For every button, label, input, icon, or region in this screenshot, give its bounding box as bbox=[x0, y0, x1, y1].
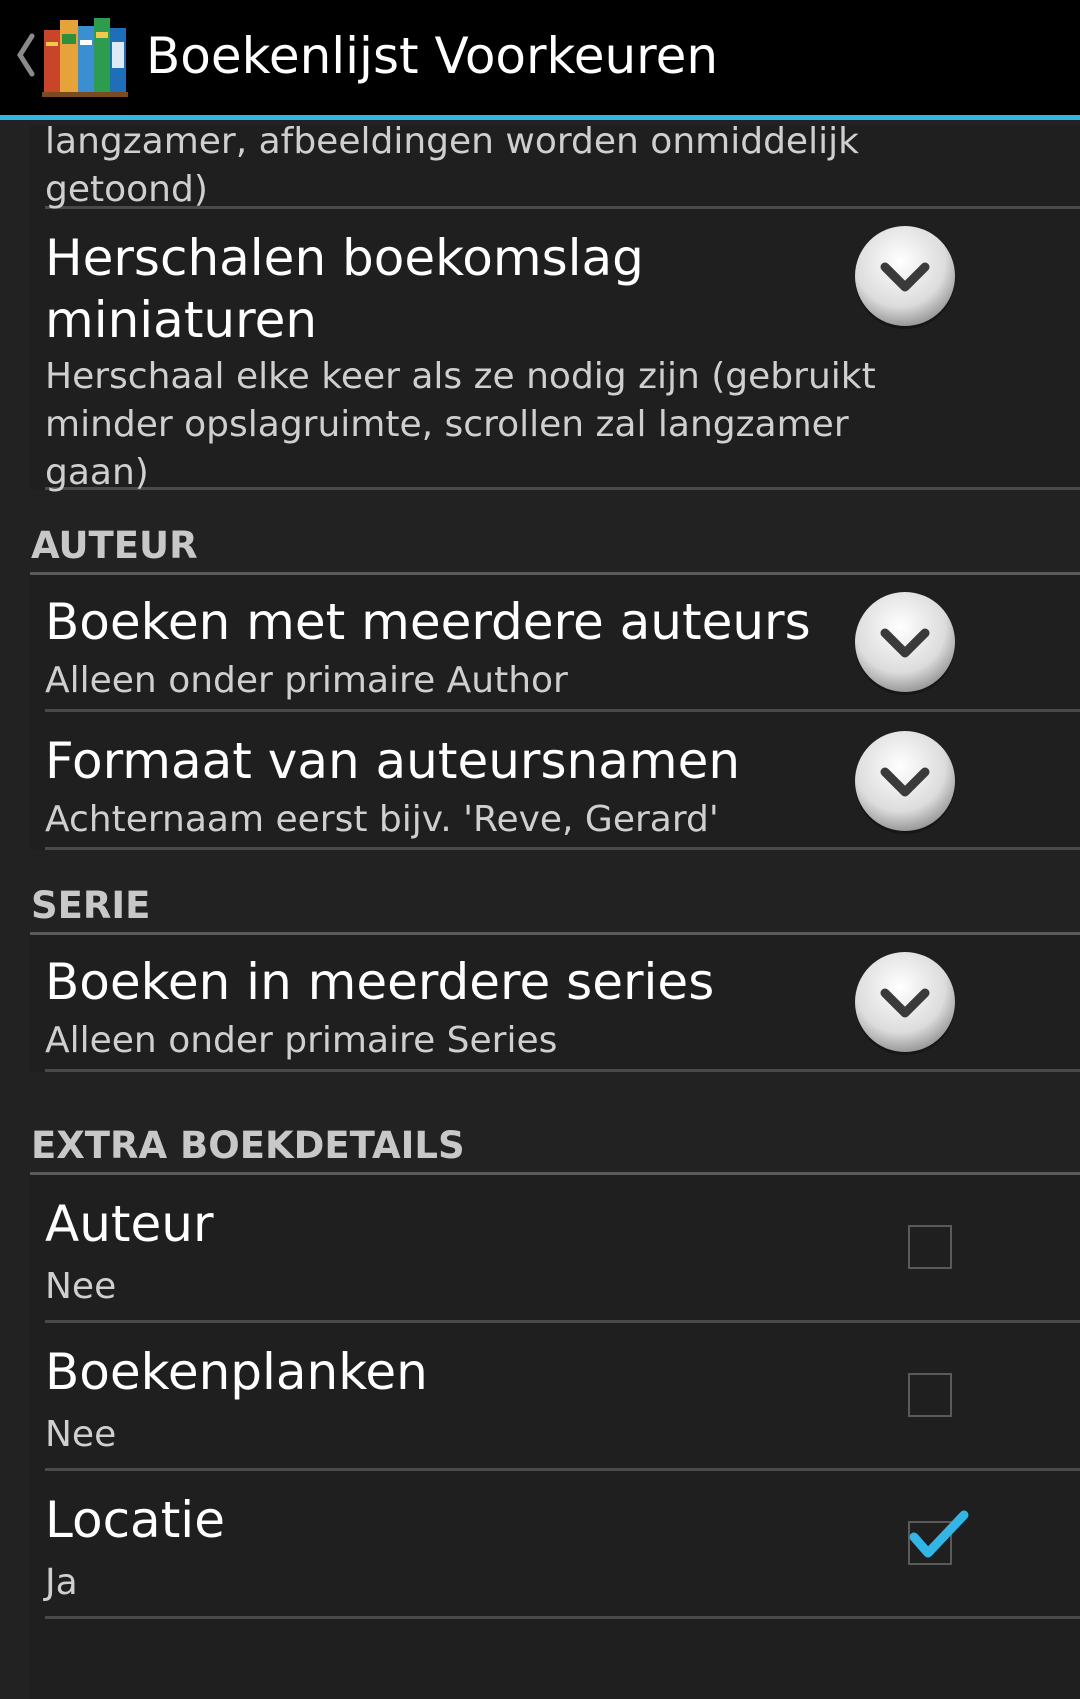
chevron-down-icon[interactable] bbox=[853, 225, 957, 329]
preference-item-multiple-series[interactable]: Boeken in meerdere series Alleen onder p… bbox=[45, 935, 1080, 1072]
action-bar: Boekenlijst Voorkeuren bbox=[0, 0, 1080, 120]
chevron-down-icon[interactable] bbox=[853, 730, 957, 834]
preference-title: Formaat van auteursnamen bbox=[45, 732, 741, 790]
preferences-list[interactable]: langzamer, afbeeldingen worden onmiddeli… bbox=[0, 125, 1080, 1699]
preference-item-resize-thumbnails[interactable]: Herschalen boekomslag miniaturen Herscha… bbox=[45, 209, 1080, 493]
preference-title: Boeken met meerdere auteurs bbox=[45, 593, 811, 651]
preference-item-partial[interactable]: langzamer, afbeeldingen worden onmiddeli… bbox=[45, 125, 1080, 210]
category-header-series: SERIE bbox=[30, 881, 1080, 935]
preference-summary: Achternaam eerst bijv. 'Reve, Gerard' bbox=[45, 799, 719, 840]
chevron-down-icon[interactable] bbox=[853, 591, 957, 695]
preference-summary: Alleen onder primaire Author bbox=[45, 660, 568, 701]
preference-item-show-location[interactable]: Locatie Ja bbox=[45, 1471, 1080, 1619]
preference-summary: Nee bbox=[45, 1266, 117, 1307]
preference-group-extra-details: Auteur Nee Boekenplanken Nee Locatie Ja bbox=[30, 1175, 1080, 1699]
preference-title: Herschalen boekomslag miniaturen bbox=[45, 229, 644, 349]
preference-summary: Alleen onder primaire Series bbox=[45, 1020, 558, 1061]
category-header-extra-details: EXTRA BOEKDETAILS bbox=[30, 1121, 1080, 1175]
checkbox-show-bookshelves[interactable] bbox=[908, 1373, 952, 1417]
category-header-author: AUTEUR bbox=[30, 521, 1080, 575]
preference-title: Boekenplanken bbox=[45, 1343, 428, 1401]
preference-title: Boeken in meerdere series bbox=[45, 953, 715, 1011]
checkbox-show-location[interactable] bbox=[908, 1510, 969, 1565]
preference-summary: Nee bbox=[45, 1414, 117, 1455]
preference-item-show-author[interactable]: Auteur Nee bbox=[45, 1175, 1080, 1323]
preference-summary: Herschaal elke keer als ze nodig zijn (g… bbox=[45, 356, 876, 493]
preference-item-show-bookshelves[interactable]: Boekenplanken Nee bbox=[45, 1323, 1080, 1471]
preference-group-author: Boeken met meerdere auteurs Alleen onder… bbox=[30, 575, 1080, 850]
books-icon[interactable] bbox=[42, 12, 128, 98]
preference-summary: langzamer, afbeeldingen worden onmiddeli… bbox=[45, 125, 859, 210]
page-title: Boekenlijst Voorkeuren bbox=[146, 27, 719, 85]
preference-item-multiple-authors[interactable]: Boeken met meerdere auteurs Alleen onder… bbox=[45, 575, 1080, 712]
checkbox-show-author[interactable] bbox=[908, 1225, 952, 1269]
preference-group-series: Boeken in meerdere series Alleen onder p… bbox=[30, 935, 1080, 1072]
checkmark-icon bbox=[909, 1510, 969, 1558]
preference-item-author-name-format[interactable]: Formaat van auteursnamen Achternaam eers… bbox=[45, 712, 1080, 850]
preference-title: Auteur bbox=[45, 1195, 214, 1253]
preference-group-display: langzamer, afbeeldingen worden onmiddeli… bbox=[30, 125, 1080, 493]
chevron-down-icon[interactable] bbox=[853, 951, 957, 1055]
preference-summary: Ja bbox=[45, 1562, 78, 1603]
preference-title: Locatie bbox=[45, 1491, 225, 1549]
chevron-left-icon[interactable] bbox=[12, 30, 40, 80]
